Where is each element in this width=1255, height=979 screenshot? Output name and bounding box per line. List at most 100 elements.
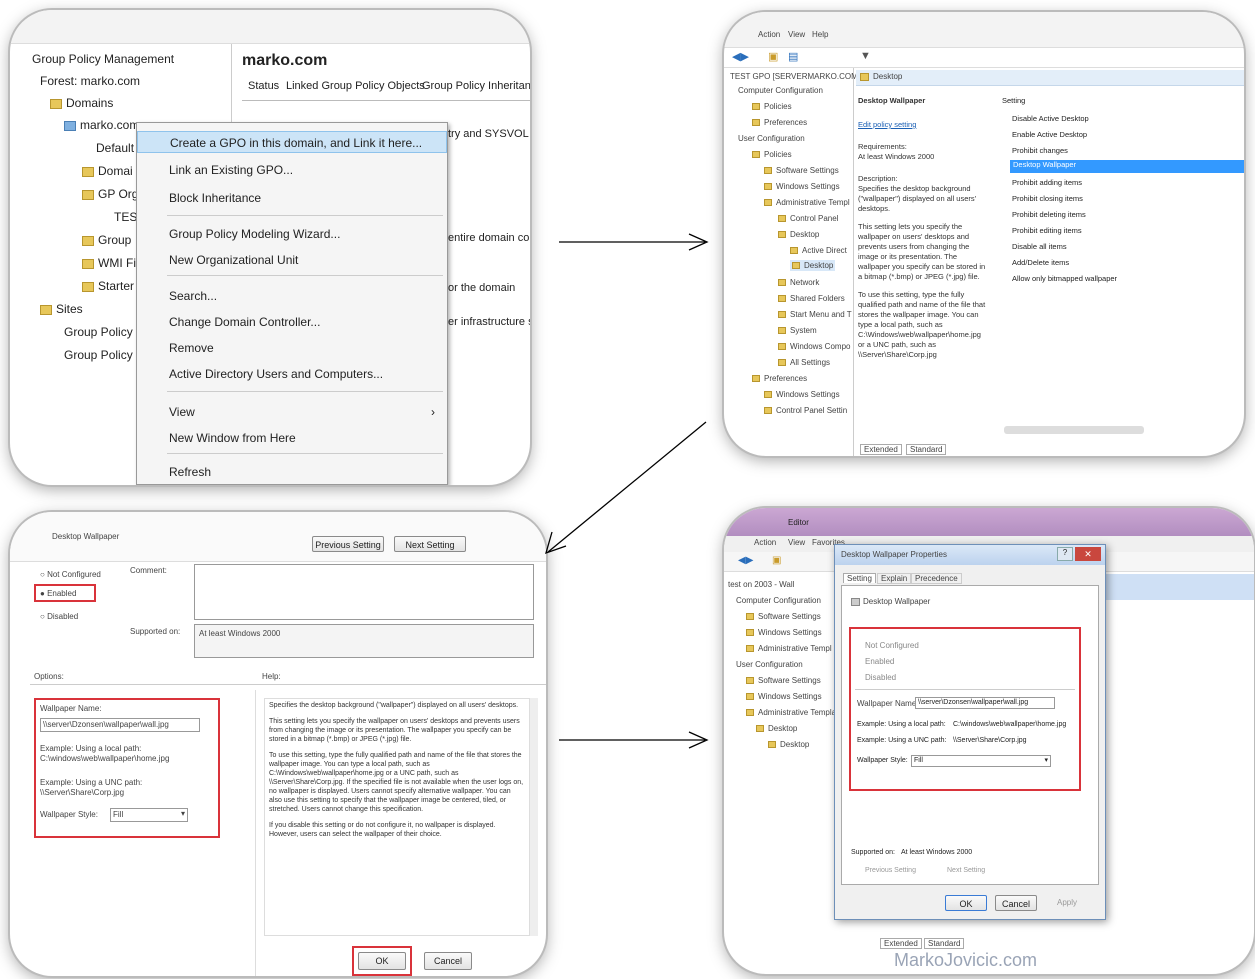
setting-item[interactable]: Disable Active Desktop (1012, 114, 1089, 123)
tree-gporg[interactable]: GP Org (82, 187, 138, 201)
tree-windows-components[interactable]: Windows Compo (778, 342, 850, 351)
back-icon[interactable]: ◀▶ (732, 50, 749, 63)
tab-setting[interactable]: Setting (843, 573, 876, 583)
tree-windows-settings[interactable]: Windows Settings (746, 628, 822, 637)
menu-help[interactable]: Help (812, 30, 828, 39)
tree-computer-config[interactable]: Computer Configuration (736, 596, 821, 605)
tree-domains[interactable]: Domains (50, 96, 113, 110)
menu-action[interactable]: Action (758, 30, 780, 39)
tree-policies[interactable]: Policies (752, 102, 792, 111)
setting-item-selected[interactable]: Desktop Wallpaper (1010, 160, 1244, 173)
tree-preferences[interactable]: Preferences (752, 118, 807, 127)
tree-start-menu[interactable]: Start Menu and T (778, 310, 852, 319)
tree-group[interactable]: Group (82, 233, 131, 247)
tree-all-settings[interactable]: All Settings (778, 358, 830, 367)
cancel-button[interactable]: Cancel (995, 895, 1037, 911)
tree-control-panel[interactable]: Control Panel (778, 214, 838, 223)
menu-block-inheritance[interactable]: Block Inheritance (169, 191, 261, 205)
setting-item[interactable]: Prohibit changes (1012, 146, 1068, 155)
setting-item[interactable]: Allow only bitmapped wallpaper (1012, 274, 1117, 283)
radio-enabled[interactable]: Enabled (865, 657, 894, 666)
tab-extended[interactable]: Extended (880, 938, 922, 949)
previous-setting-button[interactable]: Previous Setting (312, 536, 384, 552)
tree-forest[interactable]: Forest: marko.com (40, 74, 140, 88)
radio-not-configured[interactable]: ○ Not Configured (40, 570, 101, 579)
tree-software-settings-2[interactable]: Software Settings (746, 676, 821, 685)
setting-item[interactable]: Enable Active Desktop (1012, 130, 1087, 139)
tree-software-settings[interactable]: Software Settings (764, 166, 839, 175)
tab-explain[interactable]: Explain (877, 573, 912, 584)
wallpaper-name-input[interactable]: \\server\Dzonsen\wallpaper\wall.jpg (915, 697, 1055, 709)
radio-not-configured[interactable]: Not Configured (865, 641, 919, 650)
tree-admin-templates[interactable]: Administrative Templ (764, 198, 850, 207)
tab-status[interactable]: Status (248, 80, 279, 92)
tree-preferences-2[interactable]: Preferences (752, 374, 807, 383)
menu-view[interactable]: View (788, 538, 805, 547)
tree-sites[interactable]: Sites (40, 302, 83, 316)
scrollbar[interactable] (1004, 426, 1144, 434)
tree-system[interactable]: System (778, 326, 817, 335)
next-setting-button[interactable]: Next Setting (394, 536, 466, 552)
menu-link-existing[interactable]: Link an Existing GPO... (169, 163, 293, 177)
menu-refresh[interactable]: Refresh (169, 465, 211, 479)
tree-network[interactable]: Network (778, 278, 819, 287)
tree-computer-config[interactable]: Computer Configuration (738, 86, 823, 95)
tab-linked-gpos[interactable]: Linked Group Policy Objects (286, 80, 425, 92)
properties-icon[interactable]: ▤ (788, 50, 798, 63)
tab-precedence[interactable]: Precedence (911, 573, 962, 584)
wallpaper-style-select[interactable]: Fill ▾ (911, 755, 1051, 767)
help-scrollbar[interactable] (530, 698, 538, 936)
menu-create-gpo[interactable]: Create a GPO in this domain, and Link it… (137, 131, 447, 153)
tree-wmi[interactable]: WMI Fi (82, 256, 136, 270)
tree-windows-settings-2[interactable]: Windows Settings (746, 692, 822, 701)
menu-change-dc[interactable]: Change Domain Controller... (169, 315, 320, 329)
tab-extended[interactable]: Extended (860, 444, 902, 455)
tree-admin-templates-2[interactable]: Administrative Templa (746, 708, 836, 717)
menu-view[interactable]: View (169, 405, 195, 419)
back-icon[interactable]: ◀▶ (738, 555, 753, 566)
tree-windows-settings-2[interactable]: Windows Settings (764, 390, 840, 399)
radio-disabled[interactable]: Disabled (865, 673, 896, 682)
tree-tes[interactable]: TES (114, 210, 137, 224)
tree-default[interactable]: Default (96, 141, 134, 155)
menu-new-ou[interactable]: New Organizational Unit (169, 253, 298, 267)
tree-user-config[interactable]: User Configuration (736, 660, 803, 669)
comment-field[interactable] (194, 564, 534, 620)
tree-control-panel-settings[interactable]: Control Panel Settin (764, 406, 847, 415)
tree-starter[interactable]: Starter (82, 279, 134, 293)
tree-admin-templates[interactable]: Administrative Templ (746, 644, 832, 653)
tree-desktop[interactable]: Desktop (756, 724, 797, 733)
tree-root[interactable]: Group Policy Management (32, 52, 174, 66)
menu-action[interactable]: Action (754, 538, 776, 547)
tree-shared-folders[interactable]: Shared Folders (778, 294, 845, 303)
help-icon[interactable]: ? (1057, 547, 1073, 561)
tree-active-desktop[interactable]: Active Direct (790, 246, 847, 255)
tree-user-config[interactable]: User Configuration (738, 134, 805, 143)
menu-search[interactable]: Search... (169, 289, 217, 303)
setting-item[interactable]: Prohibit closing items (1012, 194, 1083, 203)
tree-root[interactable]: test on 2003 - Wall (728, 580, 794, 589)
next-setting-button[interactable]: Next Setting (947, 867, 985, 874)
folder-icon[interactable]: ▣ (768, 50, 778, 63)
tree-desktop-selected[interactable]: Desktop (790, 260, 836, 271)
setting-item[interactable]: Prohibit adding items (1012, 178, 1082, 187)
setting-item[interactable]: Prohibit editing items (1012, 226, 1082, 235)
edit-policy-link[interactable]: Edit policy setting (858, 120, 988, 130)
tree-domai[interactable]: Domai (82, 164, 133, 178)
menu-ad-users[interactable]: Active Directory Users and Computers... (169, 367, 383, 381)
tree-policies-2[interactable]: Policies (752, 150, 792, 159)
menu-modeling-wizard[interactable]: Group Policy Modeling Wizard... (169, 227, 340, 241)
tree-desktop[interactable]: Desktop (778, 230, 819, 239)
tree-software-settings[interactable]: Software Settings (746, 612, 821, 621)
tree-marko[interactable]: marko.com (64, 118, 139, 132)
tree-gp-results[interactable]: Group Policy R (64, 348, 145, 362)
tree-gpo-root[interactable]: TEST GPO [SERVERMARKO.COM] (730, 72, 860, 81)
setting-item[interactable]: Disable all items (1012, 242, 1067, 251)
setting-item[interactable]: Add/Delete items (1012, 258, 1069, 267)
previous-setting-button[interactable]: Previous Setting (865, 867, 916, 874)
tab-standard[interactable]: Standard (924, 938, 965, 949)
wallpaper-name-input[interactable]: \\server\Dzonsen\wallpaper\wall.jpg (40, 718, 200, 732)
tree-desktop-sub[interactable]: Desktop (768, 740, 809, 749)
tree-windows-settings[interactable]: Windows Settings (764, 182, 840, 191)
radio-disabled[interactable]: ○ Disabled (40, 612, 78, 621)
